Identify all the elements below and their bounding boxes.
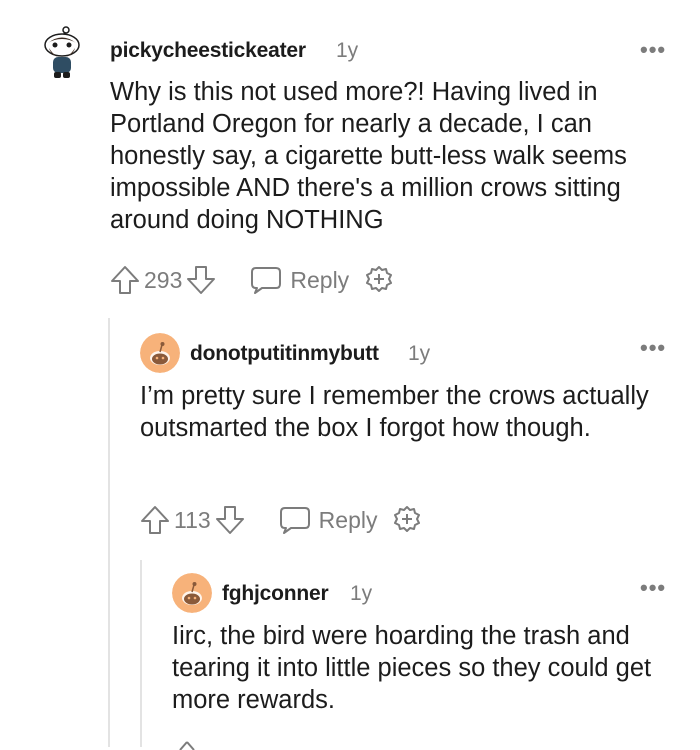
reply-label: Reply — [290, 266, 350, 293]
reply-button[interactable]: Reply — [279, 505, 378, 535]
upvote-icon[interactable] — [172, 738, 202, 750]
comment-author[interactable]: donotputitinmybutt — [190, 342, 379, 366]
downvote-icon[interactable] — [186, 264, 216, 296]
comment-age: 1y — [408, 342, 431, 365]
avatar[interactable] — [140, 333, 180, 373]
comment-author[interactable]: fghjconner — [222, 582, 329, 606]
upvote-icon[interactable] — [140, 504, 170, 536]
default-snoo-avatar-icon — [172, 573, 212, 613]
thread-line-level-1[interactable] — [108, 318, 110, 747]
comment-author[interactable]: pickycheestickeater — [110, 39, 306, 63]
snoo-bearded-avatar-icon — [44, 26, 80, 78]
award-icon[interactable] — [363, 264, 395, 296]
avatar[interactable] — [40, 26, 84, 80]
avatar[interactable] — [172, 573, 212, 613]
reply-button[interactable]: Reply — [250, 265, 349, 295]
downvote-icon[interactable] — [215, 504, 245, 536]
comment-actions: 293 Reply — [110, 262, 395, 298]
upvote-icon[interactable] — [110, 264, 140, 296]
more-options-icon[interactable]: ••• — [640, 39, 666, 61]
more-options-icon[interactable]: ••• — [640, 577, 666, 599]
default-snoo-avatar-icon — [140, 333, 180, 373]
award-icon[interactable] — [391, 504, 423, 536]
comment-actions: 113 Reply — [140, 502, 423, 538]
more-options-icon[interactable]: ••• — [640, 337, 666, 359]
vote-count: 293 — [144, 266, 183, 293]
reply-label: Reply — [318, 506, 378, 533]
vote-count: 113 — [174, 506, 211, 533]
reply-bubble-icon — [279, 507, 310, 534]
thread-line-level-2[interactable] — [140, 560, 142, 747]
comment-body: Iirc, the bird were hoarding the trash a… — [172, 622, 652, 714]
reply-bubble-icon — [251, 267, 282, 294]
comment-age: 1y — [336, 39, 359, 62]
comment-body: Why is this not used more?! Having lived… — [110, 78, 627, 234]
comment-body: I’m pretty sure I remember the crows act… — [140, 382, 649, 442]
comment-age: 1y — [350, 582, 373, 605]
comment-actions-partial — [172, 738, 202, 750]
